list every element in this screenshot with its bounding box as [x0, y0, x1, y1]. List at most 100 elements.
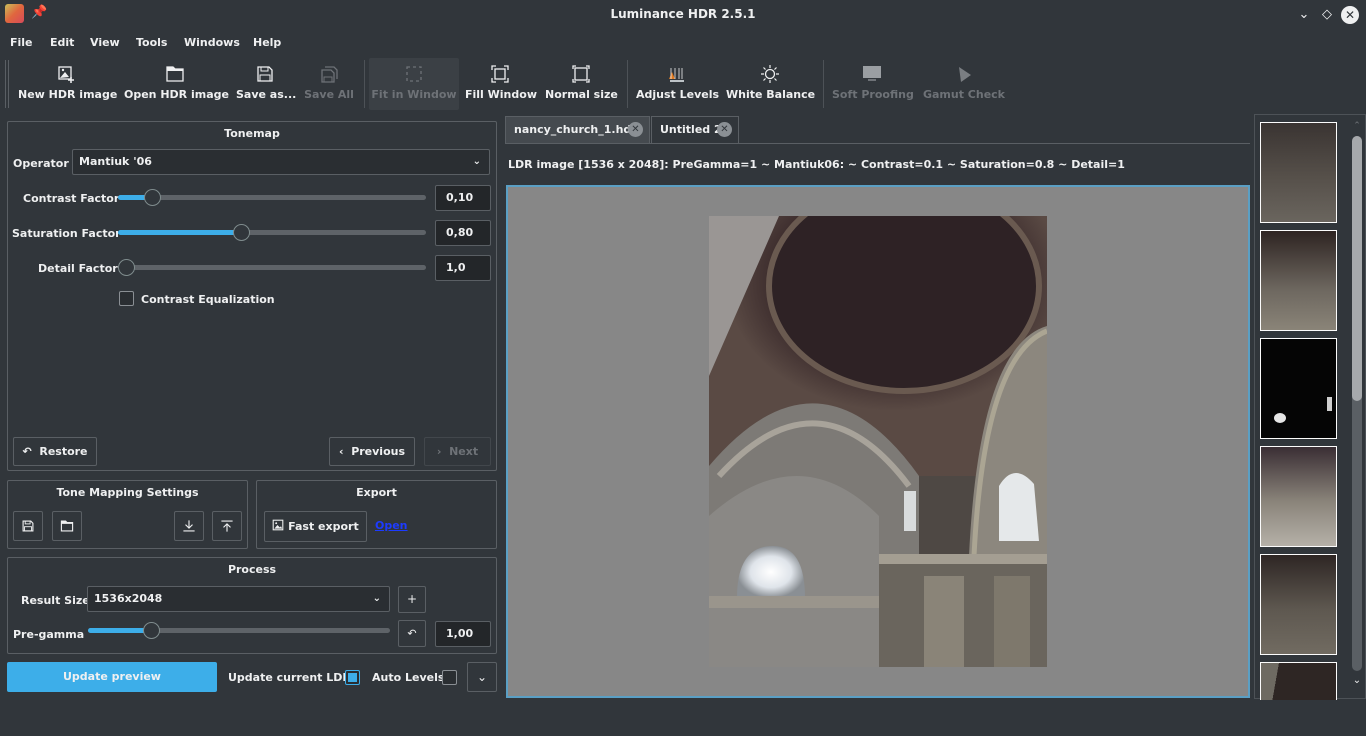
process-panel: Process Result Size 1536x2048 ⌄ + Pre-ga…: [7, 557, 497, 654]
save-all-label: Save All: [304, 88, 354, 101]
open-hdr-image-button[interactable]: Open HDR image: [124, 58, 229, 110]
scroll-up-icon[interactable]: ⌃: [1351, 121, 1363, 131]
pregamma-input[interactable]: 1,00: [435, 621, 491, 647]
thumbnail[interactable]: [1260, 122, 1337, 223]
open-export-link[interactable]: Open: [375, 519, 408, 532]
thumbnail[interactable]: [1260, 554, 1337, 655]
image-viewer[interactable]: [506, 185, 1250, 698]
menu-file[interactable]: File: [10, 36, 33, 49]
fast-export-button[interactable]: Fast export: [264, 511, 367, 542]
thumbnail[interactable]: [1260, 446, 1337, 547]
slider-handle[interactable]: [143, 189, 161, 206]
gamut-check-button[interactable]: Gamut Check: [922, 58, 1006, 110]
thumbnail[interactable]: [1260, 230, 1337, 331]
saturation-factor-slider[interactable]: [118, 221, 426, 243]
contrast-equalization-checkbox[interactable]: [119, 291, 134, 306]
result-size-select[interactable]: 1536x2048 ⌄: [87, 586, 390, 612]
upload-icon: [221, 520, 233, 532]
menu-tools[interactable]: Tools: [136, 36, 167, 49]
fit-in-window-button[interactable]: Fit in Window: [369, 58, 459, 110]
fill-window-label: Fill Window: [465, 88, 537, 101]
undo-icon: ↶: [22, 445, 32, 458]
monitor-icon: [863, 66, 881, 81]
previous-label: Previous: [351, 445, 406, 458]
scroll-thumb[interactable]: [1352, 136, 1362, 401]
contrast-factor-slider[interactable]: [118, 186, 426, 208]
close-icon[interactable]: ✕: [1341, 6, 1359, 24]
result-size-value: 1536x2048: [94, 592, 163, 605]
normal-size-button[interactable]: Normal size: [545, 58, 618, 110]
save-as-button[interactable]: Save as...: [236, 58, 297, 110]
window-title: Luminance HDR 2.5.1: [610, 7, 756, 21]
adjust-levels-button[interactable]: Adjust Levels: [636, 58, 719, 110]
next-button[interactable]: › Next: [424, 437, 491, 466]
slider-handle[interactable]: [118, 259, 135, 276]
main-toolbar: New HDR image Open HDR image Save as... …: [0, 56, 1366, 110]
save-settings-button[interactable]: [13, 511, 43, 541]
export-settings-button[interactable]: [212, 511, 242, 541]
fill-window-icon: [491, 65, 509, 83]
toolbar-handle[interactable]: [8, 60, 9, 108]
operator-select[interactable]: Mantiuk '06 ⌄: [72, 149, 490, 175]
scroll-down-icon[interactable]: ⌄: [1351, 675, 1363, 686]
save-all-icon: [321, 66, 338, 83]
menu-edit[interactable]: Edit: [50, 36, 74, 49]
slider-handle[interactable]: [233, 224, 251, 241]
load-settings-button[interactable]: [52, 511, 82, 541]
detail-factor-label: Detail Factor: [38, 262, 118, 275]
tab-nancy-church[interactable]: nancy_church_1.hdr ✕: [505, 116, 650, 143]
previous-button[interactable]: ‹ Previous: [329, 437, 415, 466]
pregamma-slider[interactable]: [88, 619, 390, 641]
scroll-track[interactable]: [1352, 136, 1362, 671]
export-panel: Export Fast export Open: [256, 480, 497, 549]
soft-proofing-button[interactable]: Soft Proofing: [832, 58, 914, 110]
save-all-button[interactable]: Save All: [303, 58, 355, 110]
chevron-right-icon: ›: [436, 445, 442, 458]
saturation-factor-input[interactable]: 0,80: [435, 220, 491, 246]
white-balance-label: White Balance: [726, 88, 816, 101]
tab-untitled-2[interactable]: Untitled 2 ✕: [651, 116, 739, 143]
result-size-label: Result Size: [21, 594, 90, 607]
close-tab-icon[interactable]: ✕: [717, 122, 732, 137]
menu-windows[interactable]: Windows: [184, 36, 240, 49]
thumbnail-scrollbar[interactable]: ⌃ ⌄: [1351, 121, 1363, 693]
detail-factor-slider[interactable]: [118, 256, 426, 278]
contrast-factor-input[interactable]: 0,10: [435, 185, 491, 211]
menu-help[interactable]: Help: [253, 36, 281, 49]
slider-handle[interactable]: [143, 622, 161, 639]
tab-label: Untitled 2: [660, 123, 722, 136]
restore-button[interactable]: ↶ Restore: [13, 437, 97, 466]
undo-icon: ↶: [407, 627, 417, 640]
add-size-button[interactable]: +: [398, 586, 426, 613]
restore-label: Restore: [39, 445, 88, 458]
white-balance-button[interactable]: White Balance: [726, 58, 816, 110]
tonemap-panel: Tonemap Operator Mantiuk '06 ⌄ Contrast …: [7, 121, 497, 471]
fill-window-button[interactable]: Fill Window: [465, 58, 537, 110]
more-options-button[interactable]: ⌄: [467, 662, 497, 692]
maximize-icon[interactable]: ◇: [1318, 6, 1336, 24]
open-hdr-image-label: Open HDR image: [124, 88, 229, 101]
minimize-icon[interactable]: ⌄: [1295, 6, 1313, 24]
menu-view[interactable]: View: [90, 36, 120, 49]
fit-window-icon: [406, 66, 422, 82]
close-tab-icon[interactable]: ✕: [628, 122, 643, 137]
thumbnail[interactable]: [1260, 662, 1337, 700]
update-preview-button[interactable]: Update preview: [7, 662, 217, 692]
save-as-label: Save as...: [236, 88, 297, 101]
chevron-down-icon: ⌄: [372, 593, 381, 604]
save-icon: [22, 520, 34, 532]
import-settings-button[interactable]: [174, 511, 204, 541]
new-hdr-image-button[interactable]: New HDR image: [18, 58, 117, 110]
normal-size-label: Normal size: [545, 88, 618, 101]
auto-levels-checkbox[interactable]: [442, 670, 457, 685]
update-current-ldr-checkbox[interactable]: [345, 670, 360, 685]
detail-factor-input[interactable]: 1,0: [435, 255, 491, 281]
toolbar-handle[interactable]: [5, 60, 6, 108]
folder-open-icon: [166, 66, 184, 82]
thumbnail[interactable]: [1260, 338, 1337, 439]
soft-proofing-label: Soft Proofing: [832, 88, 914, 101]
download-icon: [183, 520, 195, 532]
reset-pregamma-button[interactable]: ↶: [398, 620, 426, 647]
next-label: Next: [449, 445, 479, 458]
sun-icon: [761, 65, 779, 83]
